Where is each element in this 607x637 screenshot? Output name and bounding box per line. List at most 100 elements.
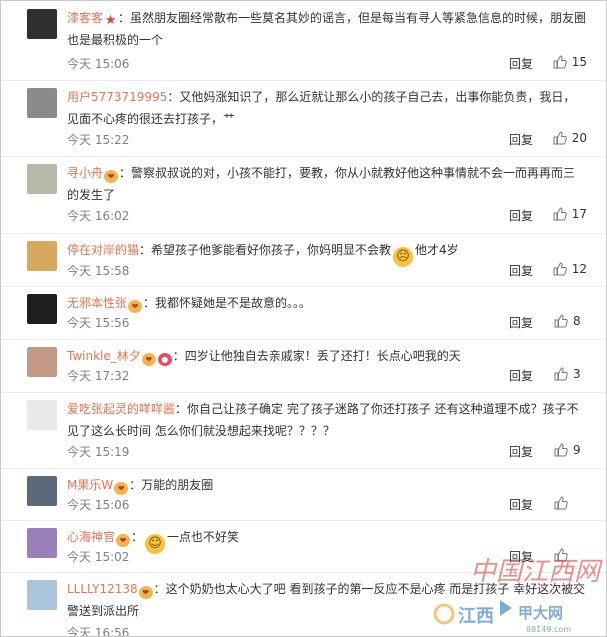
reply-button[interactable]: 回复	[509, 314, 533, 331]
like-count: 12	[571, 262, 587, 276]
comment-text: ：虽然朋友圈经常散布一些莫名其妙的谣言，但是每当有寻人等紧急信息的时候，朋友圈也…	[67, 11, 587, 47]
comment-item: 漆客客 ★ ：虽然朋友圈经常散布一些莫名其妙的谣言，但是每当有寻人等紧急信息的时候，…	[1, 1, 606, 81]
timestamp: 今天 15:22	[67, 133, 130, 147]
vip-heart-icon: ❤	[104, 170, 119, 183]
timestamp: 今天 16:02	[67, 209, 130, 223]
comment-item: M果乐W ❤ ：万能的朋友圈 今天 15:06 回复	[1, 468, 606, 521]
like-button[interactable]	[554, 548, 587, 562]
username-link[interactable]: LLLLY12138	[67, 582, 138, 596]
like-button[interactable]: 20	[553, 131, 587, 145]
like-count: 8	[573, 314, 581, 328]
comment-text: ：四岁让他独自去亲戚家！丢了还打！长点心吧我的天	[172, 349, 461, 363]
like-button[interactable]: 17	[553, 207, 587, 221]
thumbs-up-icon	[554, 367, 568, 381]
comment-body: 漆客客 ★ ：虽然朋友圈经常散布一些莫名其妙的谣言，但是每当有寻人等紧急信息的时候，…	[67, 7, 587, 51]
vip-heart-icon: ❤	[114, 482, 129, 495]
comment-meta: 今天 15:06 回复 15	[67, 55, 587, 71]
comment-text-after: 他才4岁	[415, 243, 459, 257]
comment-body: M果乐W ❤ ：万能的朋友圈	[67, 474, 587, 496]
like-button[interactable]: 12	[553, 262, 587, 276]
comment-item: 无邪本性张 ❤ ：我都怀疑她是不是故意的。。。 今天 15:56 回复 8	[1, 286, 606, 340]
username-link[interactable]: 寻小舟	[67, 166, 103, 180]
comment-list: 漆客客 ★ ：虽然朋友圈经常散布一些莫名其妙的谣言，但是每当有寻人等紧急信息的时候，…	[0, 0, 607, 637]
reply-button[interactable]: 回复	[509, 131, 533, 148]
username-link[interactable]: 漆客客	[67, 11, 103, 25]
avatar[interactable]	[27, 528, 57, 558]
timestamp: 今天 16:56	[67, 626, 130, 637]
vip-star-icon: ★	[104, 13, 117, 28]
comment-body: Twinkle_林夕 ❤ ● ：四岁让他独自去亲戚家！丢了还打！长点心吧我的天	[67, 345, 587, 367]
username-link[interactable]: 爱吃张起灵的咩咩酱	[67, 402, 175, 416]
comment-meta: 今天 16:02 回复 17	[67, 207, 587, 223]
comment-item: 爱吃张起灵的咩咩酱：你自己让孩子确定 完了孩子迷路了你还打孩子 还有这种道理不成…	[1, 392, 606, 469]
thumbs-up-icon	[554, 443, 568, 457]
reply-button[interactable]: 回复	[509, 367, 533, 384]
vip-heart-icon: ❤	[141, 353, 156, 366]
avatar[interactable]	[27, 476, 57, 506]
like-count: 17	[571, 207, 587, 221]
comment-body: LLLLY12138 ❤ ：这个奶奶也太心大了吧 看到孩子的第一反应不是心疼 而是打…	[67, 578, 587, 622]
reply-button[interactable]: 回复	[509, 548, 533, 565]
vip-heart-icon: ❤	[128, 300, 143, 313]
like-button[interactable]: 8	[554, 314, 587, 328]
thumbs-up-icon	[553, 262, 567, 276]
avatar[interactable]	[27, 580, 57, 610]
username-link[interactable]: 用户5773719995	[67, 90, 167, 104]
comment-meta: 今天 17:32 回复 3	[67, 367, 587, 383]
username-link[interactable]: 停在对岸的猫	[67, 243, 139, 257]
timestamp: 今天 15:56	[67, 316, 130, 330]
avatar[interactable]	[27, 347, 57, 377]
like-button[interactable]: 3	[554, 367, 587, 381]
username-link[interactable]: 心海神官	[67, 530, 115, 544]
comment-item: 停在对岸的猫：希望孩子他爹能看好你孩子，你妈明显不会教 ☹ 他才4岁 今天 15:5…	[1, 233, 606, 287]
thumbs-up-icon	[553, 207, 567, 221]
comment-meta: 今天 15:22 回复 20	[67, 131, 587, 147]
comment-item: 寻小舟 ❤ ：警察叔叔说的对，小孩不能打，要教，你从小就教好他这种事情就不会一而再再…	[1, 156, 606, 234]
comment-item: 心海神官 ❤： ☺ 一点也不好笑 今天 15:02 回复	[1, 520, 606, 573]
thumbs-up-icon	[554, 548, 568, 562]
comment-meta: 今天 15:58 回复 12	[67, 262, 587, 278]
timestamp: 今天 15:06	[67, 498, 130, 512]
reply-button[interactable]: 回复	[509, 443, 533, 460]
comment-meta: 今天 15:02 回复	[67, 548, 587, 564]
comment-meta: 今天 16:56	[67, 624, 587, 637]
avatar[interactable]	[27, 294, 57, 324]
username-link[interactable]: Twinkle_林夕	[67, 349, 141, 363]
comment-text: ：警察叔叔说的对，小孩不能打，要教，你从小就教好他这种事情就不会一而再再而三的发…	[67, 166, 576, 202]
comment-body: 寻小舟 ❤ ：警察叔叔说的对，小孩不能打，要教，你从小就教好他这种事情就不会一而再再…	[67, 162, 587, 206]
reply-button[interactable]: 回复	[509, 55, 533, 72]
like-button[interactable]: 15	[553, 55, 587, 69]
username-link[interactable]: 无邪本性张	[67, 296, 127, 310]
like-count: 3	[573, 367, 581, 381]
reply-button[interactable]: 回复	[509, 496, 533, 513]
comment-text-after: 一点也不好笑	[167, 530, 240, 544]
avatar[interactable]	[27, 400, 57, 430]
comment-item: 用户5773719995：又他妈涨知识了，那么近就让那么小的孩子自己去，出事你能…	[1, 80, 606, 157]
like-button[interactable]: 9	[554, 443, 587, 457]
timestamp: 今天 15:06	[67, 57, 130, 71]
thumbs-up-icon	[553, 55, 567, 69]
avatar[interactable]	[27, 88, 57, 118]
comment-meta: 今天 15:56 回复 8	[67, 314, 587, 330]
like-count: 9	[573, 443, 581, 457]
timestamp: 今天 15:19	[67, 445, 130, 459]
thumbs-up-icon	[553, 131, 567, 145]
comment-meta: 今天 15:19 回复 9	[67, 443, 587, 459]
like-count: 15	[571, 55, 587, 69]
balloon-icon: ●	[157, 353, 172, 366]
avatar[interactable]	[27, 9, 57, 39]
comment-item: LLLLY12138 ❤ ：这个奶奶也太心大了吧 看到孩子的第一反应不是心疼 而是打…	[1, 572, 606, 637]
reply-button[interactable]: 回复	[509, 262, 533, 279]
reply-button[interactable]: 回复	[509, 207, 533, 224]
avatar[interactable]	[27, 164, 57, 194]
vip-heart-icon: ❤	[138, 586, 153, 599]
like-button[interactable]	[554, 496, 587, 510]
comment-body: 用户5773719995：又他妈涨知识了，那么近就让那么小的孩子自己去，出事你能…	[67, 86, 587, 130]
like-count: 20	[571, 131, 587, 145]
thumbs-up-icon	[554, 314, 568, 328]
comment-body: 爱吃张起灵的咩咩酱：你自己让孩子确定 完了孩子迷路了你还打孩子 还有这种道理不成…	[67, 398, 587, 442]
username-link[interactable]: M果乐W	[67, 478, 113, 492]
comment-text: ：我都怀疑她是不是故意的。。。	[143, 296, 312, 310]
avatar[interactable]	[27, 241, 57, 271]
comment-body: 无邪本性张 ❤ ：我都怀疑她是不是故意的。。。	[67, 292, 587, 314]
